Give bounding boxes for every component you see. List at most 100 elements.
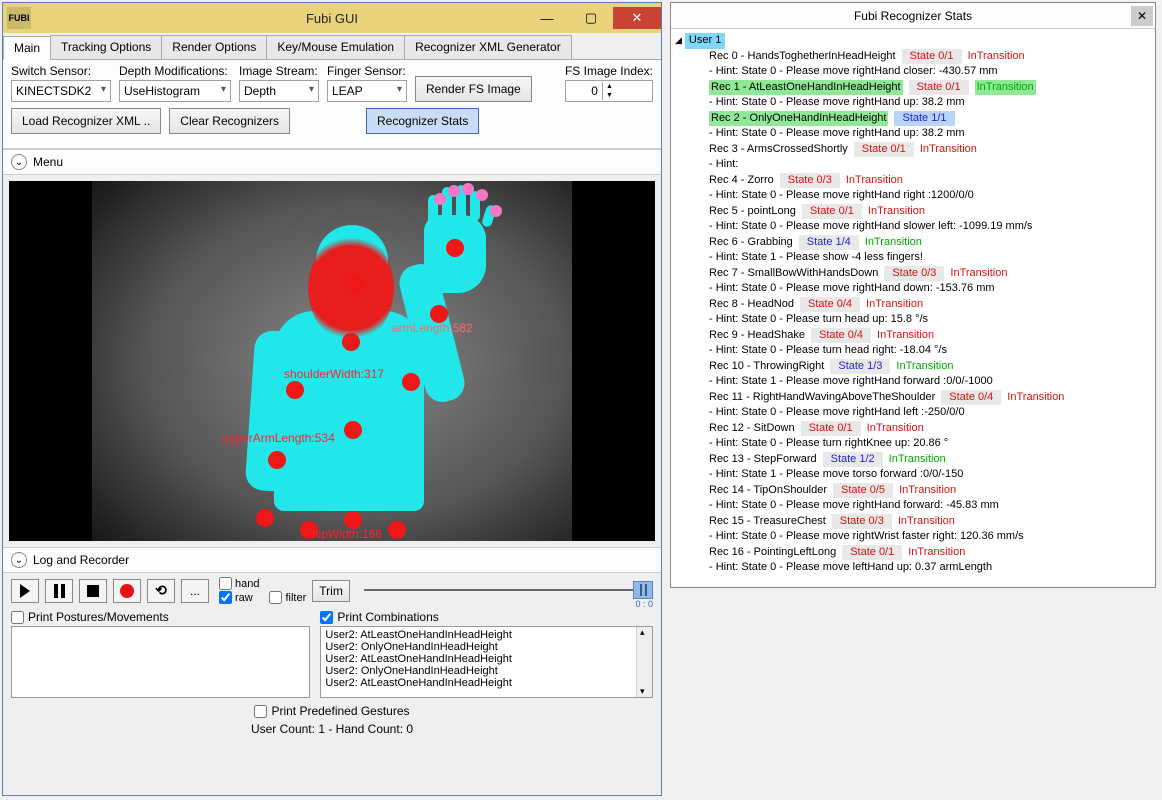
filter-checkbox[interactable]: filter bbox=[269, 591, 306, 604]
rec-row[interactable]: Rec 4 - ZorroState 0/3InTransition bbox=[709, 173, 1151, 189]
tree-root[interactable]: ◢ User 1 bbox=[675, 33, 1151, 49]
hand-checkbox[interactable]: hand bbox=[219, 577, 259, 590]
joint bbox=[256, 509, 274, 527]
rec-row[interactable]: Rec 7 - SmallBowWithHandsDownState 0/3In… bbox=[709, 266, 1151, 282]
titlebar[interactable]: FUBI Fubi GUI — ▢ ✕ bbox=[3, 3, 661, 33]
fingertip bbox=[490, 205, 502, 217]
pause-button[interactable] bbox=[45, 579, 73, 603]
rec-row[interactable]: Rec 13 - StepForwardState 1/2InTransitio… bbox=[709, 452, 1151, 468]
play-icon bbox=[20, 584, 30, 598]
hint-line: - Hint: State 0 - Please turn head right… bbox=[709, 343, 1151, 359]
loop-icon: ⟲ bbox=[155, 582, 167, 599]
tree-collapse-icon[interactable]: ◢ bbox=[675, 33, 682, 49]
rec-row[interactable]: Rec 0 - HandsToghetherInHeadHeightState … bbox=[709, 49, 1151, 65]
fingertip bbox=[462, 183, 474, 195]
stop-button[interactable] bbox=[79, 579, 107, 603]
record-icon bbox=[120, 584, 134, 598]
timeline-slider[interactable]: 0 : 0 bbox=[364, 579, 653, 603]
rec-row[interactable]: Rec 14 - TipOnShoulderState 0/5InTransit… bbox=[709, 483, 1151, 499]
play-button[interactable] bbox=[11, 579, 39, 603]
close-button[interactable]: ✕ bbox=[613, 7, 661, 29]
rec-name: Rec 11 - RightHandWavingAboveTheShoulder bbox=[709, 390, 935, 406]
finger-sensor-combo[interactable]: LEAP bbox=[327, 80, 407, 102]
rec-row[interactable]: Rec 8 - HeadNodState 0/4InTransition bbox=[709, 297, 1151, 313]
hint-line: - Hint: State 0 - Please move rightHand … bbox=[709, 64, 1151, 80]
hint-line: - Hint: State 0 - Please move rightHand … bbox=[709, 219, 1151, 235]
record-button[interactable] bbox=[113, 579, 141, 603]
depth-mod-combo[interactable]: UseHistogram bbox=[119, 80, 231, 102]
switch-sensor-label: Switch Sensor: bbox=[11, 64, 111, 78]
clear-recognizers-button[interactable]: Clear Recognizers bbox=[169, 108, 290, 134]
postures-textbox[interactable] bbox=[11, 626, 310, 698]
print-predefined-label: Print Predefined Gestures bbox=[271, 704, 409, 718]
fingertip bbox=[434, 193, 446, 205]
rec-name: Rec 1 - AtLeastOneHandInHeadHeight bbox=[709, 80, 903, 96]
maximize-button[interactable]: ▢ bbox=[569, 7, 613, 29]
tab-key-mouse-emulation[interactable]: Key/Mouse Emulation bbox=[266, 35, 405, 59]
transition-label: InTransition bbox=[968, 49, 1025, 65]
print-combinations-checkbox[interactable] bbox=[320, 611, 333, 624]
tab-render-options[interactable]: Render Options bbox=[161, 35, 267, 59]
scrollbar[interactable] bbox=[636, 627, 652, 697]
switch-sensor-combo[interactable]: KINECTSDK2 bbox=[11, 80, 111, 102]
more-button[interactable]: ... bbox=[181, 579, 209, 603]
hint-line: - Hint: State 1 - Please show -4 less fi… bbox=[709, 250, 1151, 266]
transition-label: InTransition bbox=[867, 421, 924, 437]
rec-name: Rec 4 - Zorro bbox=[709, 173, 774, 189]
fs-index-spinner[interactable]: ▲▼ bbox=[565, 80, 653, 102]
state-badge: State 0/4 bbox=[811, 328, 871, 344]
rec-row[interactable]: Rec 11 - RightHandWavingAboveTheShoulder… bbox=[709, 390, 1151, 406]
tab-recognizer-xml-generator[interactable]: Recognizer XML Generator bbox=[404, 35, 572, 59]
combinations-textbox[interactable]: User2: AtLeastOneHandInHeadHeight User2:… bbox=[320, 626, 653, 698]
rec-row[interactable]: Rec 5 - pointLong State 0/1 InTransition bbox=[709, 204, 1151, 220]
render-fs-image-button[interactable]: Render FS Image bbox=[415, 76, 532, 102]
transition-label: InTransition bbox=[950, 266, 1007, 282]
hint-line: - Hint: State 0 - Please move rightHand … bbox=[709, 498, 1151, 514]
rec-row[interactable]: Rec 16 - PointingLeftLongState 0/1InTran… bbox=[709, 545, 1151, 561]
rec-row[interactable]: Rec 1 - AtLeastOneHandInHeadHeightState … bbox=[709, 80, 1151, 96]
tab-main[interactable]: Main bbox=[3, 36, 51, 60]
hint-line: - Hint: State 1 - Please move torso forw… bbox=[709, 467, 1151, 483]
stats-window-title: Fubi Recognizer Stats bbox=[671, 9, 1155, 23]
state-badge: State 0/1 bbox=[801, 421, 861, 437]
hip-width-label: hipWidth:166 bbox=[312, 527, 382, 541]
arm-length-label: armLength:582 bbox=[392, 321, 473, 335]
rec-row[interactable]: Rec 10 - ThrowingRightState 1/3InTransit… bbox=[709, 359, 1151, 375]
state-badge: State 0/1 bbox=[802, 204, 862, 220]
rec-name: Rec 7 - SmallBowWithHandsDown bbox=[709, 266, 878, 282]
rec-row[interactable]: Rec 12 - SitDownState 0/1InTransition bbox=[709, 421, 1151, 437]
slider-handle[interactable] bbox=[633, 581, 653, 599]
rec-row[interactable]: Rec 2 - OnlyOneHandInHeadHeightState 1/1 bbox=[709, 111, 1151, 127]
menu-expander[interactable]: ⌄ Menu bbox=[3, 149, 661, 175]
rec-row[interactable]: Rec 15 - TreasureChestState 0/3InTransit… bbox=[709, 514, 1151, 530]
chevron-down-icon: ⌄ bbox=[11, 552, 27, 568]
spinner-up-icon[interactable]: ▲ bbox=[602, 82, 616, 91]
image-stream-combo[interactable]: Depth bbox=[239, 80, 319, 102]
loop-button[interactable]: ⟲ bbox=[147, 579, 175, 603]
rec-row[interactable]: Rec 9 - HeadShakeState 0/4InTransition bbox=[709, 328, 1151, 344]
rec-name: Rec 8 - HeadNod bbox=[709, 297, 794, 313]
fingertip bbox=[476, 189, 488, 201]
hint-line: - Hint: State 0 - Please move rightHand … bbox=[709, 95, 1151, 111]
minimize-button[interactable]: — bbox=[525, 7, 569, 29]
trim-button[interactable]: Trim bbox=[312, 580, 350, 602]
load-recognizer-xml-button[interactable]: Load Recognizer XML .. bbox=[11, 108, 161, 134]
print-postures-checkbox[interactable] bbox=[11, 611, 24, 624]
stats-titlebar[interactable]: Fubi Recognizer Stats ✕ bbox=[671, 3, 1155, 29]
rec-name: Rec 5 - pointLong bbox=[709, 204, 796, 220]
rec-row[interactable]: Rec 3 - ArmsCrossedShortlyState 0/1InTra… bbox=[709, 142, 1151, 158]
list-item: User2: OnlyOneHandInHeadHeight bbox=[325, 665, 648, 677]
transition-label: InTransition bbox=[868, 204, 925, 220]
finger-sensor-group: Finger Sensor: LEAP bbox=[327, 64, 407, 102]
joint bbox=[342, 333, 360, 351]
rec-row[interactable]: Rec 6 - GrabbingState 1/4InTransition bbox=[709, 235, 1151, 251]
raw-checkbox[interactable]: raw bbox=[219, 591, 259, 604]
print-predefined-checkbox[interactable] bbox=[254, 705, 267, 718]
fs-index-input[interactable] bbox=[566, 81, 602, 101]
log-expander[interactable]: ⌄ Log and Recorder bbox=[3, 547, 661, 573]
recognizer-stats-button[interactable]: Recognizer Stats bbox=[366, 108, 479, 134]
transition-label: InTransition bbox=[899, 483, 956, 499]
depth-mod-group: Depth Modifications: UseHistogram bbox=[119, 64, 231, 102]
spinner-down-icon[interactable]: ▼ bbox=[602, 91, 616, 100]
tab-tracking-options[interactable]: Tracking Options bbox=[50, 35, 162, 59]
